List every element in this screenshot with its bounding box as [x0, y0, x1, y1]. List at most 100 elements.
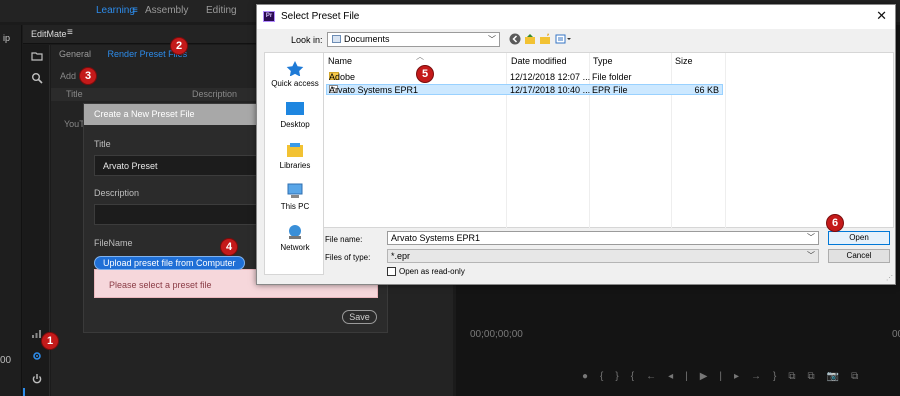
transport-controls: ●{}{←◂|▶|▸→}⧉⧉📷⧉: [582, 371, 870, 382]
mark-in-icon[interactable]: {: [600, 371, 615, 382]
files-of-type-select[interactable]: *.epr ﹀: [387, 249, 819, 263]
export-frame-icon[interactable]: 📷: [827, 371, 851, 382]
file-type: File folder: [592, 72, 632, 82]
marker-icon[interactable]: ●: [582, 371, 600, 382]
file-type: EPR File: [592, 85, 628, 95]
checkbox-box[interactable]: [387, 267, 396, 276]
places-bar: Quick access Desktop Libraries This PC N…: [264, 52, 324, 275]
screen: Learning ≡ Assembly Editing ip 00 EditMa…: [0, 0, 900, 396]
file-name: Arvato Systems EPR1: [329, 85, 419, 95]
left-panel: ip 00: [0, 25, 22, 396]
callout-2: 2: [170, 37, 188, 55]
sort-up-icon: ︿: [416, 52, 424, 61]
file-row-adobe[interactable]: Adobe 12/12/2018 12:07 ... File folder: [326, 72, 723, 83]
col-size[interactable]: Size: [675, 56, 693, 66]
tab-general[interactable]: General: [59, 49, 91, 59]
folder-icon[interactable]: [31, 51, 43, 63]
place-label: Desktop: [280, 120, 310, 129]
workspace-assembly[interactable]: Assembly: [145, 5, 188, 16]
chevron-down-icon: ﹀: [807, 251, 815, 260]
chevron-down-icon: ﹀: [488, 35, 496, 44]
left-timecode: 00: [0, 355, 12, 366]
file-name-input[interactable]: Arvato Systems EPR1 ﹀: [387, 231, 819, 245]
place-label: Network: [280, 243, 310, 252]
read-only-checkbox[interactable]: Open as read-only: [387, 267, 465, 276]
libraries-icon: [287, 143, 303, 157]
extract-icon[interactable]: ⧉: [808, 371, 827, 382]
callout-6: 6: [826, 214, 844, 232]
workspace-editing[interactable]: Editing: [206, 5, 237, 16]
documents-folder-icon: [332, 35, 341, 43]
resize-grip-icon[interactable]: ⋰: [886, 274, 893, 282]
file-size: 66 KB: [694, 85, 719, 95]
add-link[interactable]: Add: [60, 71, 76, 81]
col-date-modified[interactable]: Date modified: [511, 56, 567, 66]
place-desktop[interactable]: Desktop: [265, 101, 325, 129]
star-icon: [286, 61, 304, 76]
place-quick-access[interactable]: Quick access: [265, 60, 325, 88]
network-icon: [289, 225, 301, 239]
chevron-down-icon[interactable]: ﹀: [807, 232, 815, 243]
mark-out-icon[interactable]: }: [615, 371, 630, 382]
new-folder-icon[interactable]: [539, 33, 551, 48]
place-this-pc[interactable]: This PC: [265, 183, 325, 211]
place-network[interactable]: Network: [265, 224, 325, 252]
premiere-app-icon: Pr: [263, 11, 275, 22]
files-of-type-label: Files of type:: [325, 253, 371, 262]
file-row-arvato[interactable]: ≈ Arvato Systems EPR1 12/17/2018 10:40 ..…: [326, 84, 723, 95]
place-label: Libraries: [279, 161, 311, 170]
place-libraries[interactable]: Libraries: [265, 142, 325, 170]
program-timecode-right: 00: [892, 329, 900, 340]
comparison-icon[interactable]: ⧉: [851, 371, 870, 382]
go-to-out-icon[interactable]: →}: [751, 371, 788, 382]
panel-menu-icon[interactable]: ≡: [67, 27, 73, 38]
upload-preset-button[interactable]: Upload preset file from Computer: [94, 256, 245, 270]
workspace-learning[interactable]: Learning: [96, 5, 135, 16]
look-in-dropdown[interactable]: Documents ﹀: [327, 32, 500, 47]
files-of-type-value: *.epr: [391, 251, 411, 261]
callout-3: 3: [79, 67, 97, 85]
col-type[interactable]: Type: [593, 56, 613, 66]
desktop-icon: [286, 102, 304, 115]
callout-4: 4: [220, 238, 238, 256]
program-timecode: 00;00;00;00: [470, 329, 523, 340]
filename-label: FileName: [94, 238, 133, 248]
title-label: Title: [94, 139, 111, 149]
table-row[interactable]: YouT: [64, 119, 85, 129]
description-label: Description: [94, 188, 140, 198]
read-only-label: Open as read-only: [399, 267, 465, 276]
power-icon[interactable]: [31, 373, 43, 385]
step-forward-icon[interactable]: |▸: [719, 371, 751, 382]
play-icon[interactable]: ▶: [700, 371, 720, 382]
view-menu-icon[interactable]: [555, 33, 571, 48]
up-folder-icon[interactable]: [524, 33, 536, 48]
column-divider: [725, 53, 726, 229]
settings-cog-icon[interactable]: [31, 350, 43, 362]
col-name[interactable]: Name: [328, 56, 352, 66]
back-icon[interactable]: [509, 33, 521, 48]
workspace-menu-icon[interactable]: ≡: [132, 5, 138, 16]
save-button[interactable]: Save: [342, 310, 377, 324]
preset-dialog-title: Create a New Preset File: [94, 109, 195, 119]
file-name-value: Arvato Systems EPR1: [391, 233, 481, 243]
col-title: Title: [66, 89, 83, 99]
file-name-label: File name:: [325, 235, 363, 244]
active-indicator: [23, 388, 25, 396]
lift-icon[interactable]: ⧉: [788, 371, 807, 382]
close-icon[interactable]: ✕: [876, 8, 887, 24]
callout-5: 5: [416, 65, 434, 83]
left-panel-label: ip: [3, 33, 11, 43]
cancel-button[interactable]: Cancel: [828, 249, 890, 263]
search-icon[interactable]: [31, 72, 43, 84]
place-label: This PC: [280, 202, 310, 211]
look-in-value: Documents: [344, 34, 390, 44]
file-date: 12/12/2018 12:07 ...: [510, 72, 591, 82]
dialog-title: Select Preset File: [281, 11, 360, 22]
place-label: Quick access: [271, 79, 319, 88]
file-list: Name ︿ Date modified Type Size Adobe 12/…: [323, 52, 894, 229]
open-button[interactable]: Open: [828, 231, 890, 245]
go-to-in-icon[interactable]: {←: [631, 371, 668, 382]
step-back-icon[interactable]: ◂|: [668, 371, 700, 382]
panel-title: EditMate: [31, 29, 67, 39]
file-date: 12/17/2018 10:40 ...: [510, 85, 591, 95]
